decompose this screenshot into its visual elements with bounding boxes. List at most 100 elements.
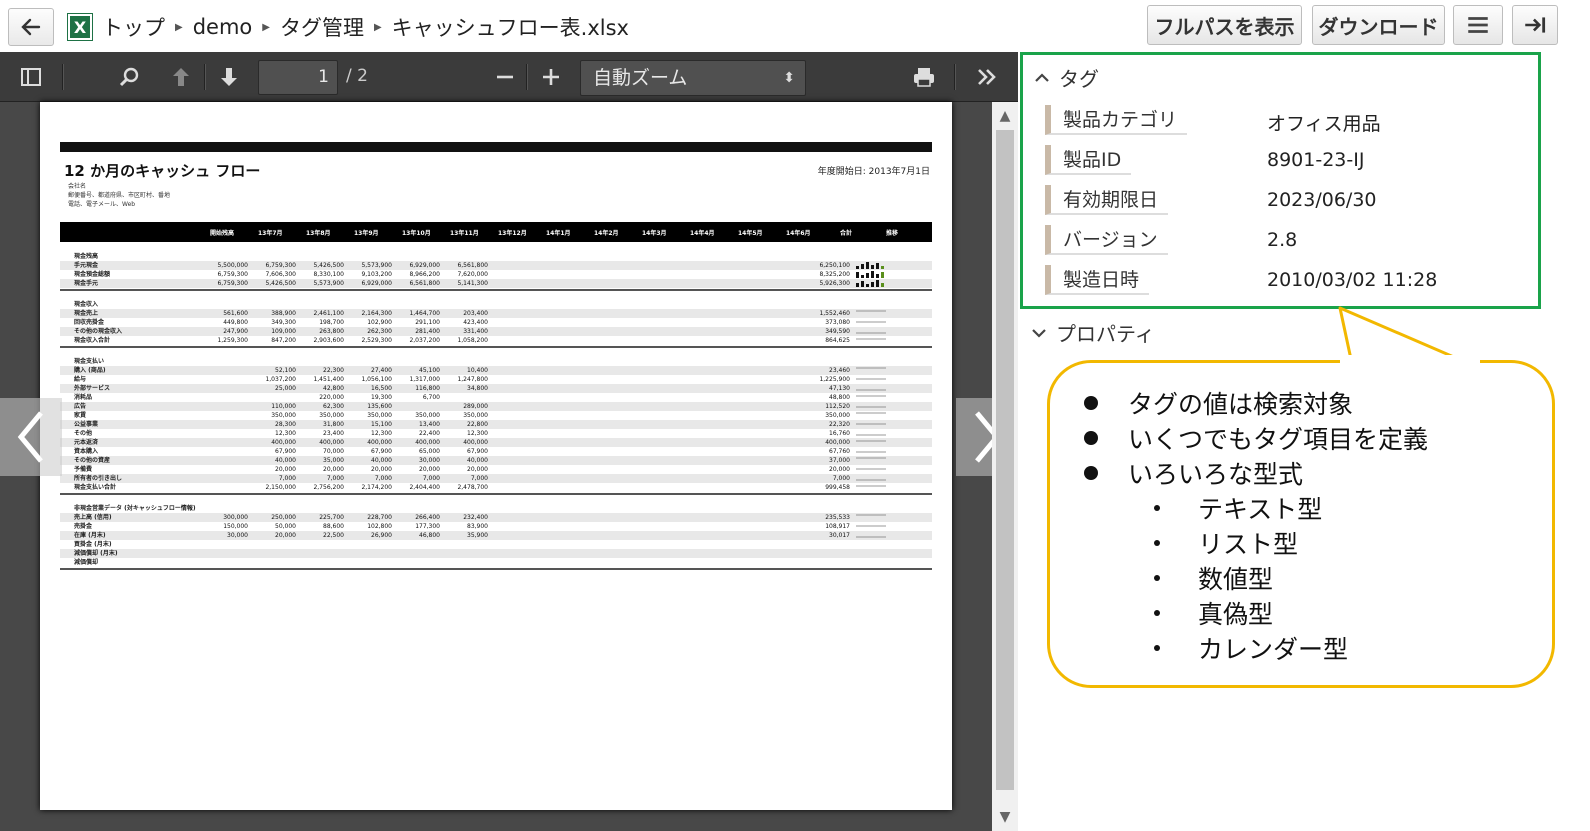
sparkline (856, 525, 886, 527)
bullet-dot-icon (1084, 395, 1098, 410)
table-row: 所有者の引き出し 7,000 7,000 7,000 7,000 7,000 7,000 (60, 474, 932, 483)
row-total: 16,760 (829, 430, 850, 437)
back-arrow-icon (21, 18, 41, 36)
table-row: 元本返済 400,000 400,000 400,000 400,000 400,000 4… (60, 438, 932, 447)
month-header-row: 開始残高 13年7月 13年8月 13年9月 13年10月 13年11月 13年12月 14年… (60, 222, 932, 242)
row-total: 67,760 (829, 448, 850, 455)
cell-value: 20,000 (371, 466, 392, 473)
row-total: 30,017 (829, 532, 850, 539)
cell-value: 88,600 (323, 523, 344, 530)
menu-button[interactable] (1453, 5, 1503, 45)
month-header: 13年8月 (306, 230, 331, 237)
tags-section-header[interactable]: タグ (1033, 63, 1099, 92)
chevron-left-icon (17, 411, 43, 463)
minus-icon (497, 75, 513, 79)
sparkline (856, 468, 886, 470)
row-label: 元本返済 (74, 439, 99, 446)
callout-sub-bullet-text: 数値型 (1198, 564, 1274, 594)
download-button[interactable]: ダウンロード (1312, 5, 1445, 45)
cell-value: 6,561,800 (457, 262, 488, 269)
printer-icon (914, 68, 934, 87)
zoom-in-button[interactable] (536, 62, 566, 92)
breadcrumb-file: キャッシュフロー表.xlsx (391, 16, 629, 40)
cell-value: 2,529,300 (361, 337, 392, 344)
cell-value: 110,000 (271, 403, 296, 410)
cell-value: 15,100 (371, 421, 392, 428)
row-label: 給与 (74, 376, 87, 383)
sidebar-icon (21, 68, 41, 86)
back-button[interactable] (8, 8, 54, 46)
row-label: 現金売上 (74, 310, 99, 317)
cell-value: 10,400 (467, 367, 488, 374)
company-contact: 電話、電子メール、Web (68, 201, 136, 208)
table-row: 現金預金総額 6,759,300 7,606,300 8,330,100 9,103,2… (60, 270, 932, 279)
next-page-button[interactable] (214, 62, 244, 92)
cell-value: 13,400 (419, 421, 440, 428)
cell-value: 8,966,200 (409, 271, 440, 278)
row-total: 864,625 (825, 337, 850, 344)
vertical-scrollbar[interactable]: ▲ ▼ (992, 102, 1018, 831)
tag-row[interactable]: 製品ID 8901-23-IJ (1045, 145, 1525, 177)
zoom-out-button[interactable] (490, 62, 520, 92)
tag-key: 製造日時 (1045, 265, 1150, 295)
row-label: 売上高 (信用) (74, 514, 112, 521)
row-total: 48,800 (829, 394, 850, 401)
table-row: その他 12,300 23,400 12,300 22,400 12,300 16,760 (60, 429, 932, 438)
collapse-panel-button[interactable] (1512, 5, 1558, 45)
sparkline (856, 485, 886, 487)
tools-button[interactable] (972, 62, 1002, 92)
feature-callout: タグの値は検索対象 いくつでもタグ項目を定義 いろいろな型式 テキスト型 リスト型 数値型… (1047, 360, 1555, 688)
previous-file-button[interactable] (0, 398, 62, 476)
show-full-path-button[interactable]: フルパスを表示 (1147, 5, 1302, 45)
select-caret-icon: ⬍ (783, 70, 795, 86)
cell-value: 30,000 (419, 457, 440, 464)
cell-value: 67,900 (467, 448, 488, 455)
cell-value: 109,000 (271, 328, 296, 335)
cell-value: 12,300 (371, 430, 392, 437)
row-label: 現金支払い合計 (74, 484, 117, 491)
breadcrumb: X トップ ▶ demo ▶ タグ管理 ▶ キャッシュフロー表.xlsx (67, 10, 629, 44)
company-address: 郵便番号、都道府県、市区町村、番地 (68, 192, 171, 199)
zoom-select[interactable]: 自動ズーム ⬍ (580, 60, 806, 96)
scroll-up-icon[interactable]: ▲ (992, 104, 1018, 128)
properties-heading: プロパティ (1056, 322, 1155, 346)
sparkline (856, 536, 886, 538)
cell-value: 2,164,300 (361, 310, 392, 317)
previous-page-button[interactable] (166, 62, 196, 92)
row-label: 公益事業 (74, 421, 99, 428)
arrow-to-right-icon (1525, 17, 1546, 33)
row-total: 20,000 (829, 466, 850, 473)
tag-row[interactable]: バージョン 2.8 (1045, 225, 1525, 257)
table-row: 広告 110,000 62,300 135,600 289,000 112,520 (60, 402, 932, 411)
cell-value: 6,759,300 (217, 271, 248, 278)
table-row: 現金支払い合計 2,150,000 2,756,200 2,174,200 2,404,… (60, 483, 932, 492)
breadcrumb-tag-management[interactable]: タグ管理 (280, 12, 364, 42)
cell-value: 16,500 (371, 385, 392, 392)
scroll-thumb[interactable] (996, 130, 1014, 790)
cell-value: 70,000 (323, 448, 344, 455)
table-row: 給与 1,037,200 1,451,400 1,056,100 1,317,000 1,… (60, 375, 932, 384)
toolbar-divider (954, 64, 955, 90)
breadcrumb-demo[interactable]: demo (193, 15, 253, 39)
bullet-dot-icon (1084, 465, 1098, 480)
table-row: 売掛金 150,000 50,000 88,600 102,800 177,300 83,9… (60, 522, 932, 531)
sidebar-toggle-button[interactable] (16, 62, 46, 92)
tag-row[interactable]: 有効期限日 2023/06/30 (1045, 185, 1525, 217)
table-row: 家賃 350,000 350,000 350,000 350,000 350,000 350… (60, 411, 932, 420)
page-number-input[interactable]: 1 (258, 60, 338, 95)
plus-icon (543, 69, 559, 85)
toolbar-divider (62, 64, 63, 90)
breadcrumb-top[interactable]: トップ (102, 12, 165, 42)
sparkline (856, 280, 884, 287)
cell-value: 22,400 (419, 430, 440, 437)
find-button[interactable] (114, 62, 144, 92)
company-info: 会社名 郵便番号、都道府県、市区町村、番地 電話、電子メール、Web (68, 182, 170, 209)
tag-row[interactable]: 製造日時 2010/03/02 11:28 (1045, 265, 1525, 297)
scroll-down-icon[interactable]: ▼ (992, 805, 1018, 829)
properties-section-header[interactable]: プロパティ (1030, 318, 1155, 347)
tag-row[interactable]: 製品カテゴリ オフィス用品 (1045, 105, 1525, 137)
cell-value: 262,300 (367, 328, 392, 335)
print-button[interactable] (908, 62, 940, 92)
cell-value: 250,000 (271, 514, 296, 521)
cell-value: 42,800 (323, 385, 344, 392)
